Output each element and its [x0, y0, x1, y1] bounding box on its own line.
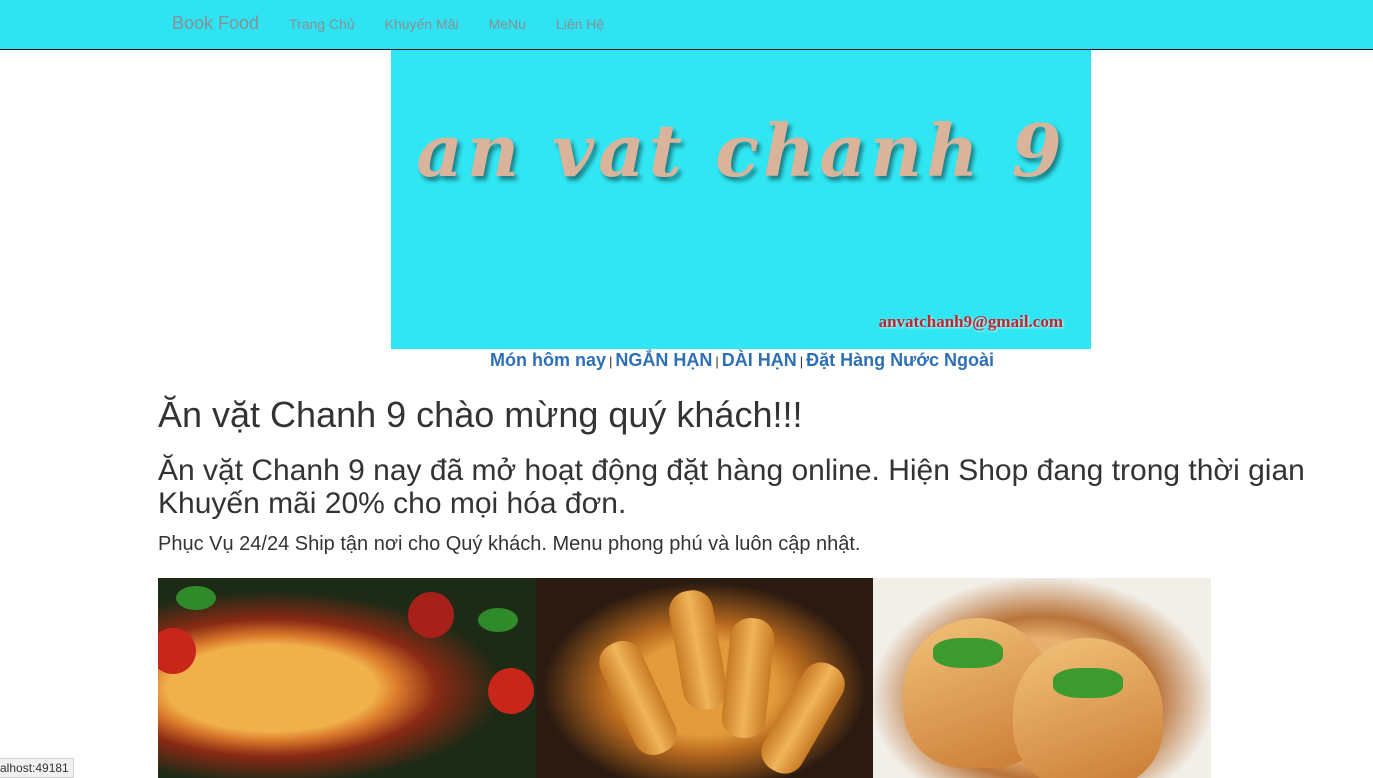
welcome-heading: Ăn vặt Chanh 9 chào mừng quý khách!!! — [158, 394, 803, 435]
cheese-sticks-photo — [536, 578, 873, 778]
nav-link-home[interactable]: Trang Chủ — [274, 0, 370, 48]
nav-link-promotions[interactable]: Khuyến Mãi — [370, 0, 474, 48]
banner-image: an vat chanh 9 anvatchanh9@gmail.com — [391, 50, 1091, 349]
service-description: Phục Vụ 24/24 Ship tận nơi cho Quý khách… — [158, 533, 861, 555]
category-links: Món hôm nay | NGẮN HẠN | DÀI HẠN | Đặt Hàng Nư… — [0, 350, 1373, 371]
link-today-menu[interactable]: Món hôm nay — [490, 350, 606, 370]
banner-title: an vat chanh 9 — [416, 108, 1066, 193]
link-overseas-order[interactable]: Đặt Hàng Nước Ngoài — [806, 350, 994, 370]
nav-link-menu[interactable]: MeNu — [474, 0, 541, 48]
pizza-photo — [158, 578, 536, 778]
banner-email: anvatchanh9@gmail.com — [878, 312, 1063, 331]
top-navbar: Book Food Trang Chủ Khuyến Mãi MeNu Liên… — [0, 0, 1373, 50]
link-separator: | — [799, 354, 804, 369]
food-gallery — [158, 578, 1211, 778]
promo-heading: Ăn vặt Chanh 9 nay đã mở hoạt động đặt h… — [158, 454, 1305, 520]
nav-menu: Trang Chủ Khuyến Mãi MeNu Liên Hệ — [274, 0, 619, 48]
link-short-term[interactable]: NGẮN HẠN — [615, 350, 712, 370]
link-separator: | — [715, 354, 719, 369]
status-bar: alhost:49181 — [0, 758, 74, 778]
banh-mi-photo — [873, 578, 1211, 778]
link-separator: | — [608, 354, 613, 369]
link-long-term[interactable]: DÀI HẠN — [722, 350, 797, 370]
nav-link-contact[interactable]: Liên Hệ — [541, 0, 619, 48]
brand-link[interactable]: Book Food — [172, 13, 259, 34]
